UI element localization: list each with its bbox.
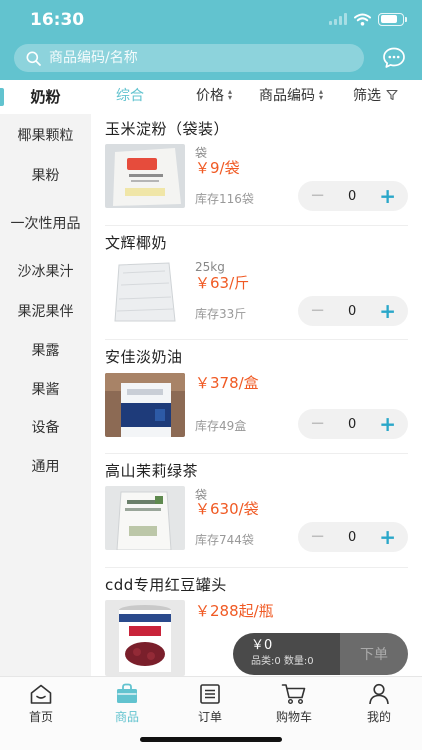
sort-comprehensive[interactable]: 综合 (116, 85, 144, 105)
sidebar-item-smoothie-juice[interactable]: 沙冰果汁 (0, 252, 91, 292)
cart-counts: 品类:0 数量:0 (251, 656, 314, 667)
search-input[interactable] (49, 50, 349, 66)
search-icon (26, 51, 41, 66)
battery-icon (378, 12, 407, 26)
minus-icon[interactable]: − (310, 415, 325, 433)
product-name: 安佳淡奶油 (105, 348, 183, 366)
wifi-icon (354, 13, 371, 26)
sidebar-item-fruit-syrup[interactable]: 果露 (0, 331, 91, 371)
sidebar-item-coconut-jelly[interactable]: 椰果颗粒 (0, 116, 91, 156)
plus-icon[interactable]: + (379, 186, 396, 206)
sidebar-item-fruit-jam[interactable]: 果酱 (0, 370, 91, 410)
sidebar-item-milk-powder[interactable]: 奶粉 (0, 80, 91, 114)
status-icons (329, 11, 407, 27)
sidebar-item-fruit-puree[interactable]: 果泥果伴 (0, 292, 91, 332)
nav-profile[interactable]: 我的 (344, 683, 414, 725)
quantity-stepper: − 0 + (298, 522, 408, 552)
sidebar-item-equipment[interactable]: 设备 (0, 408, 91, 448)
sort-price[interactable]: 价格 ▴ ▾ (196, 85, 232, 105)
quantity-value[interactable]: 0 (348, 189, 356, 204)
cart-total: ￥0 (251, 638, 273, 653)
quantity-value[interactable]: 0 (348, 417, 356, 432)
sort-product-code[interactable]: 商品编码 ▴ ▾ (259, 85, 323, 105)
cart-icon (281, 684, 306, 705)
product-image[interactable] (105, 144, 185, 208)
sidebar-item-fruit-powder[interactable]: 果粉 (0, 156, 91, 196)
product-name: 玉米淀粉（袋装） (105, 120, 230, 138)
product-price: ￥63/斤 (195, 274, 250, 292)
product-stock: 库存49盒 (195, 419, 247, 433)
cart-summary[interactable]: ￥0 品类:0 数量:0 下单 (233, 633, 408, 675)
category-sidebar: 奶粉 椰果颗粒 果粉 一次性用品 沙冰果汁 果泥果伴 果露 果酱 设备 通用 (0, 80, 91, 676)
product-item[interactable]: 高山茉莉绿茶 袋 ￥630/袋 库存744袋 − 0 + (91, 454, 422, 568)
nav-products[interactable]: 商品 (92, 683, 162, 725)
product-stock: 库存744袋 (195, 533, 254, 547)
quantity-value[interactable]: 0 (348, 304, 356, 319)
status-bar: 16:30 (0, 0, 422, 40)
nav-orders[interactable]: 订单 (175, 683, 245, 725)
minus-icon[interactable]: − (310, 528, 325, 546)
search-bar[interactable] (14, 44, 364, 72)
product-image[interactable] (105, 600, 185, 676)
order-icon (200, 684, 220, 704)
quantity-stepper: − 0 + (298, 296, 408, 326)
message-icon[interactable] (382, 46, 406, 70)
product-price: ￥288起/瓶 (195, 602, 274, 620)
plus-icon[interactable]: + (379, 414, 396, 434)
product-stock: 库存33斤 (195, 307, 247, 321)
product-item[interactable]: 安佳淡奶油 ￥378/盒 库存49盒 − 0 + (91, 340, 422, 454)
minus-icon[interactable]: − (310, 187, 325, 205)
product-name: 文辉椰奶 (105, 234, 168, 252)
sidebar-item-general[interactable]: 通用 (0, 447, 91, 487)
product-name: 高山茉莉绿茶 (105, 462, 199, 480)
minus-icon[interactable]: − (310, 302, 325, 320)
filter-icon (386, 89, 398, 101)
product-image[interactable] (105, 373, 185, 437)
product-price: ￥630/袋 (195, 500, 259, 518)
product-image[interactable] (105, 486, 185, 550)
product-item[interactable]: 文辉椰奶 25kg ￥63/斤 库存33斤 − 0 + (91, 226, 422, 340)
product-item[interactable]: 玉米淀粉（袋装） 袋 ￥9/袋 库存116袋 − 0 + (91, 112, 422, 226)
product-price: ￥378/盒 (195, 374, 259, 392)
sort-arrows-icon: ▴ ▾ (319, 87, 324, 102)
product-price: ￥9/袋 (195, 159, 240, 177)
user-icon (369, 683, 389, 705)
status-time: 16:30 (30, 10, 85, 30)
product-image[interactable] (105, 259, 185, 323)
quantity-value[interactable]: 0 (348, 530, 356, 545)
product-stock: 库存116袋 (195, 192, 254, 206)
home-indicator (140, 737, 282, 742)
sidebar-item-disposables[interactable]: 一次性用品 (0, 198, 91, 250)
plus-icon[interactable]: + (379, 301, 396, 321)
place-order-button[interactable]: 下单 (340, 633, 408, 675)
product-name: cdd专用红豆罐头 (105, 576, 227, 594)
plus-icon[interactable]: + (379, 527, 396, 547)
filter-button[interactable]: 筛选 (353, 85, 398, 105)
header: 16:30 (0, 0, 422, 80)
signal-icon (329, 13, 347, 25)
nav-cart[interactable]: 购物车 (259, 683, 329, 725)
cart-info[interactable]: ￥0 品类:0 数量:0 (233, 633, 340, 675)
sort-arrows-icon: ▴ ▾ (228, 87, 233, 102)
sort-bar: 综合 价格 ▴ ▾ 商品编码 ▴ ▾ 筛选 (91, 80, 422, 108)
quantity-stepper: − 0 + (298, 181, 408, 211)
shopping-bag-icon (117, 683, 137, 703)
quantity-stepper: − 0 + (298, 409, 408, 439)
home-icon (30, 684, 52, 704)
nav-home[interactable]: 首页 (6, 683, 76, 725)
